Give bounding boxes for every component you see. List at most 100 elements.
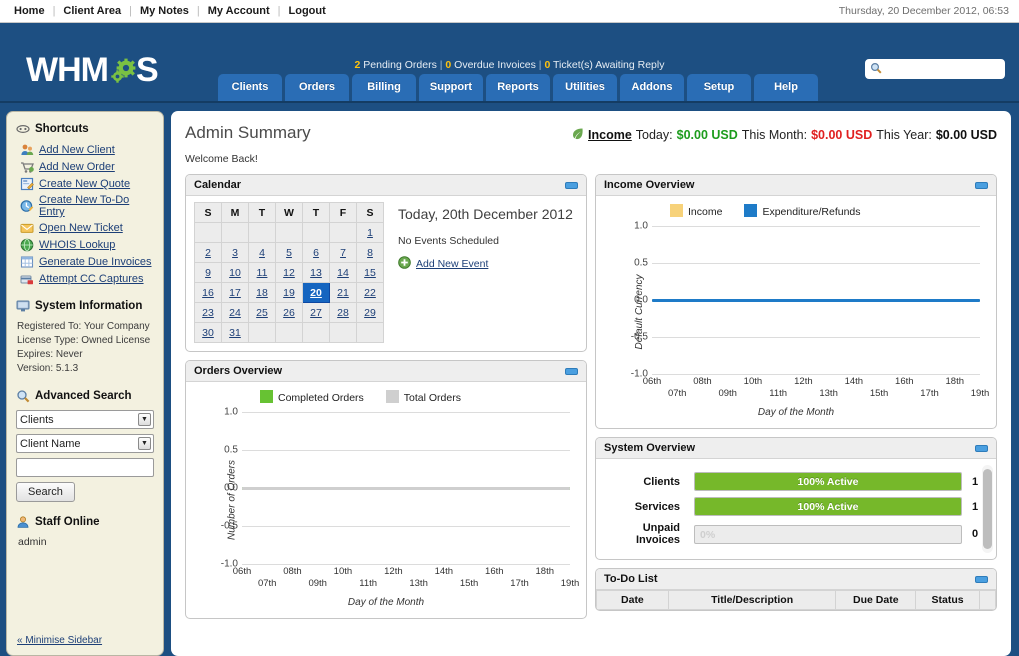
minimise-sidebar-link[interactable]: « Minimise Sidebar bbox=[17, 635, 102, 646]
calendar-day-link[interactable]: 31 bbox=[229, 327, 241, 339]
calendar-day[interactable]: 1 bbox=[357, 223, 384, 243]
calendar-day-link[interactable]: 18 bbox=[256, 287, 268, 299]
search-input[interactable] bbox=[882, 62, 1000, 76]
calendar-day-link[interactable]: 13 bbox=[310, 267, 322, 279]
shortcut-attempt-cc-captures[interactable]: Attempt CC Captures bbox=[20, 272, 154, 286]
calendar-day-link[interactable]: 24 bbox=[229, 307, 241, 319]
calendar-day-link[interactable]: 10 bbox=[229, 267, 241, 279]
shortcut-generate-due-invoices[interactable]: Generate Due Invoices bbox=[20, 255, 154, 269]
calendar-day[interactable]: 28 bbox=[330, 303, 357, 323]
income-link[interactable]: Income bbox=[588, 128, 632, 142]
calendar-day[interactable]: 9 bbox=[195, 263, 222, 283]
calendar-day[interactable]: 13 bbox=[303, 263, 330, 283]
calendar-day-link[interactable]: 1 bbox=[367, 227, 373, 239]
calendar-day[interactable]: 4 bbox=[249, 243, 276, 263]
shortcut-add-new-client[interactable]: Add New Client bbox=[20, 143, 154, 157]
calendar-day-link[interactable]: 26 bbox=[283, 307, 295, 319]
shortcut-label[interactable]: Open New Ticket bbox=[39, 222, 123, 234]
shortcut-create-new-quote[interactable]: Create New Quote bbox=[20, 177, 154, 191]
calendar-day[interactable]: 17 bbox=[222, 283, 249, 303]
calendar-day-link[interactable]: 17 bbox=[229, 287, 241, 299]
calendar-day-link[interactable]: 12 bbox=[283, 267, 295, 279]
nav-tab-setup[interactable]: Setup bbox=[687, 74, 751, 101]
nav-tab-reports[interactable]: Reports bbox=[486, 74, 550, 101]
nav-tab-utilities[interactable]: Utilities bbox=[553, 74, 617, 101]
calendar-day[interactable]: 22 bbox=[357, 283, 384, 303]
nav-tab-orders[interactable]: Orders bbox=[285, 74, 349, 101]
calendar-day-link[interactable]: 6 bbox=[313, 247, 319, 259]
minimize-icon[interactable] bbox=[975, 445, 988, 452]
calendar-day[interactable]: 6 bbox=[303, 243, 330, 263]
minimize-icon[interactable] bbox=[565, 368, 578, 375]
nav-tab-help[interactable]: Help bbox=[754, 74, 818, 101]
calendar-day-link[interactable]: 25 bbox=[256, 307, 268, 319]
calendar-day-link[interactable]: 16 bbox=[202, 287, 214, 299]
top-link-my-notes[interactable]: My Notes bbox=[132, 5, 197, 17]
top-link-my-account[interactable]: My Account bbox=[200, 5, 278, 17]
calendar-day-link[interactable]: 5 bbox=[286, 247, 292, 259]
calendar-day[interactable]: 18 bbox=[249, 283, 276, 303]
calendar-day-link[interactable]: 27 bbox=[310, 307, 322, 319]
calendar-day-link[interactable]: 22 bbox=[364, 287, 376, 299]
nav-tab-support[interactable]: Support bbox=[419, 74, 483, 101]
shortcut-label[interactable]: Create New Quote bbox=[39, 178, 130, 190]
minimize-icon[interactable] bbox=[975, 182, 988, 189]
shortcut-label[interactable]: Attempt CC Captures bbox=[39, 273, 144, 285]
calendar-day-link[interactable]: 21 bbox=[337, 287, 349, 299]
calendar-day[interactable]: 5 bbox=[276, 243, 303, 263]
calendar-day[interactable]: 23 bbox=[195, 303, 222, 323]
calendar-day-link[interactable]: 30 bbox=[202, 327, 214, 339]
top-link-client-area[interactable]: Client Area bbox=[55, 5, 129, 17]
calendar-day-link[interactable]: 28 bbox=[337, 307, 349, 319]
calendar-day[interactable]: 16 bbox=[195, 283, 222, 303]
calendar-day[interactable]: 29 bbox=[357, 303, 384, 323]
system-overview-scrollbar[interactable] bbox=[982, 465, 993, 553]
calendar-day[interactable]: 7 bbox=[330, 243, 357, 263]
nav-tab-billing[interactable]: Billing bbox=[352, 74, 416, 101]
shortcut-whois-lookup[interactable]: WHOIS Lookup bbox=[20, 238, 154, 252]
calendar-day-link[interactable]: 19 bbox=[283, 287, 295, 299]
calendar-day[interactable]: 24 bbox=[222, 303, 249, 323]
header-search-box[interactable] bbox=[865, 59, 1005, 79]
calendar-day[interactable]: 26 bbox=[276, 303, 303, 323]
calendar-day[interactable]: 8 bbox=[357, 243, 384, 263]
minimize-icon[interactable] bbox=[565, 182, 578, 189]
calendar-day-link[interactable]: 2 bbox=[205, 247, 211, 259]
calendar-day-link[interactable]: 15 bbox=[364, 267, 376, 279]
calendar-day[interactable]: 21 bbox=[330, 283, 357, 303]
add-new-event-row[interactable]: Add New Event bbox=[398, 256, 573, 272]
calendar-day-link[interactable]: 29 bbox=[364, 307, 376, 319]
add-new-event-link[interactable]: Add New Event bbox=[416, 258, 488, 270]
calendar-day-link[interactable]: 7 bbox=[340, 247, 346, 259]
shortcut-open-new-ticket[interactable]: Open New Ticket bbox=[20, 221, 154, 235]
shortcut-add-new-order[interactable]: Add New Order bbox=[20, 160, 154, 174]
minimize-icon[interactable] bbox=[975, 576, 988, 583]
calendar-day-link[interactable]: 20 bbox=[310, 287, 322, 299]
shortcut-label[interactable]: Create New To-Do Entry bbox=[39, 194, 154, 218]
calendar-day-link[interactable]: 3 bbox=[232, 247, 238, 259]
calendar-day[interactable]: 27 bbox=[303, 303, 330, 323]
shortcut-label[interactable]: Add New Order bbox=[39, 161, 115, 173]
calendar-day-link[interactable]: 4 bbox=[259, 247, 265, 259]
calendar-day-link[interactable]: 9 bbox=[205, 267, 211, 279]
calendar-day[interactable]: 3 bbox=[222, 243, 249, 263]
sidebar-search-button[interactable]: Search bbox=[16, 482, 75, 502]
calendar-day[interactable]: 12 bbox=[276, 263, 303, 283]
calendar-day[interactable]: 19 bbox=[276, 283, 303, 303]
calendar-day[interactable]: 14 bbox=[330, 263, 357, 283]
top-link-home[interactable]: Home bbox=[14, 5, 53, 17]
shortcut-create-new-todo[interactable]: Create New To-Do Entry bbox=[20, 194, 154, 218]
calendar-day-today[interactable]: 20 bbox=[303, 283, 330, 303]
calendar-day[interactable]: 31 bbox=[222, 323, 249, 343]
shortcut-label[interactable]: WHOIS Lookup bbox=[39, 239, 115, 251]
calendar-day[interactable]: 15 bbox=[357, 263, 384, 283]
calendar-day-link[interactable]: 14 bbox=[337, 267, 349, 279]
calendar-day[interactable]: 10 bbox=[222, 263, 249, 283]
search-term-input[interactable] bbox=[16, 458, 154, 477]
nav-tab-addons[interactable]: Addons bbox=[620, 74, 684, 101]
calendar-day[interactable]: 2 bbox=[195, 243, 222, 263]
calendar-day-link[interactable]: 11 bbox=[257, 267, 268, 279]
calendar-day[interactable]: 30 bbox=[195, 323, 222, 343]
scrollbar-thumb[interactable] bbox=[983, 469, 992, 549]
search-field-select[interactable]: Client Name ▼ bbox=[16, 434, 154, 453]
